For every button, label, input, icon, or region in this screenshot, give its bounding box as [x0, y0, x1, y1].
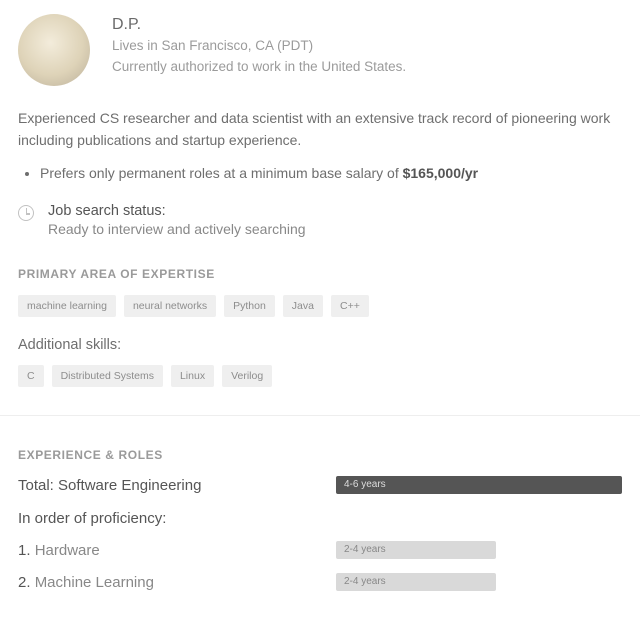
- salary-preference: Prefers only permanent roles at a minimu…: [40, 163, 622, 185]
- status-row: Job search status: Ready to interview an…: [18, 203, 622, 237]
- proficiency-row: 1. Hardware 2-4 years: [18, 541, 622, 559]
- additional-skill-tags: C Distributed Systems Linux Verilog: [18, 365, 622, 387]
- proficiency-heading: In order of proficiency:: [18, 510, 622, 527]
- auth-line: Currently authorized to work in the Unit…: [112, 57, 406, 78]
- proficiency-rank: 2.: [18, 574, 35, 591]
- skill-tag: Distributed Systems: [52, 365, 163, 387]
- experience-total-bar: 4-6 years: [336, 476, 622, 494]
- proficiency-bar-wrap: 2-4 years: [336, 573, 622, 591]
- proficiency-years: 2-4 years: [344, 544, 386, 555]
- identity-block: D.P. Lives in San Francisco, CA (PDT) Cu…: [112, 14, 406, 86]
- proficiency-bar: 2-4 years: [336, 573, 496, 591]
- profile-header: D.P. Lives in San Francisco, CA (PDT) Cu…: [18, 14, 622, 86]
- proficiency-list: 1. Hardware2-4 years2. Machine Learning2…: [18, 541, 622, 591]
- primary-skill-tags: machine learning neural networks Python Jav…: [18, 295, 622, 317]
- preferences-list: Prefers only permanent roles at a minimu…: [18, 163, 622, 185]
- skill-tag: Python: [224, 295, 275, 317]
- skill-tag: C++: [331, 295, 369, 317]
- status-value: Ready to interview and actively searchin…: [48, 221, 306, 237]
- experience-total-bar-wrap: 4-6 years: [336, 476, 622, 494]
- proficiency-rank: 1.: [18, 542, 35, 559]
- additional-skills-heading: Additional skills:: [18, 337, 622, 353]
- proficiency-row: 2. Machine Learning 2-4 years: [18, 573, 622, 591]
- proficiency-bar-wrap: 2-4 years: [336, 541, 622, 559]
- skill-tag: C: [18, 365, 44, 387]
- experience-heading: EXPERIENCE & ROLES: [18, 448, 622, 462]
- avatar: [18, 14, 90, 86]
- proficiency-name: Hardware: [35, 542, 100, 559]
- location-line: Lives in San Francisco, CA (PDT): [112, 36, 406, 57]
- clock-icon: [18, 205, 34, 221]
- skill-tag: machine learning: [18, 295, 116, 317]
- profile-name: D.P.: [112, 16, 406, 34]
- proficiency-label: 1. Hardware: [18, 542, 318, 559]
- proficiency-label: 2. Machine Learning: [18, 574, 318, 591]
- status-label: Job search status:: [48, 203, 306, 219]
- proficiency-name: Machine Learning: [35, 574, 154, 591]
- expertise-heading: PRIMARY AREA OF EXPERTISE: [18, 267, 622, 281]
- salary-prefix: Prefers only permanent roles at a minimu…: [40, 165, 403, 181]
- experience-total-row: Total: Software Engineering 4-6 years: [18, 476, 622, 494]
- summary-text: Experienced CS researcher and data scien…: [18, 108, 622, 151]
- experience-total-label: Total: Software Engineering: [18, 477, 318, 494]
- proficiency-years: 2-4 years: [344, 576, 386, 587]
- skill-tag: Verilog: [222, 365, 272, 387]
- section-divider: [0, 415, 640, 416]
- skill-tag: neural networks: [124, 295, 216, 317]
- salary-amount: $165,000/yr: [403, 165, 479, 181]
- skill-tag: Java: [283, 295, 323, 317]
- proficiency-bar: 2-4 years: [336, 541, 496, 559]
- skill-tag: Linux: [171, 365, 214, 387]
- experience-total-years: 4-6 years: [344, 479, 386, 490]
